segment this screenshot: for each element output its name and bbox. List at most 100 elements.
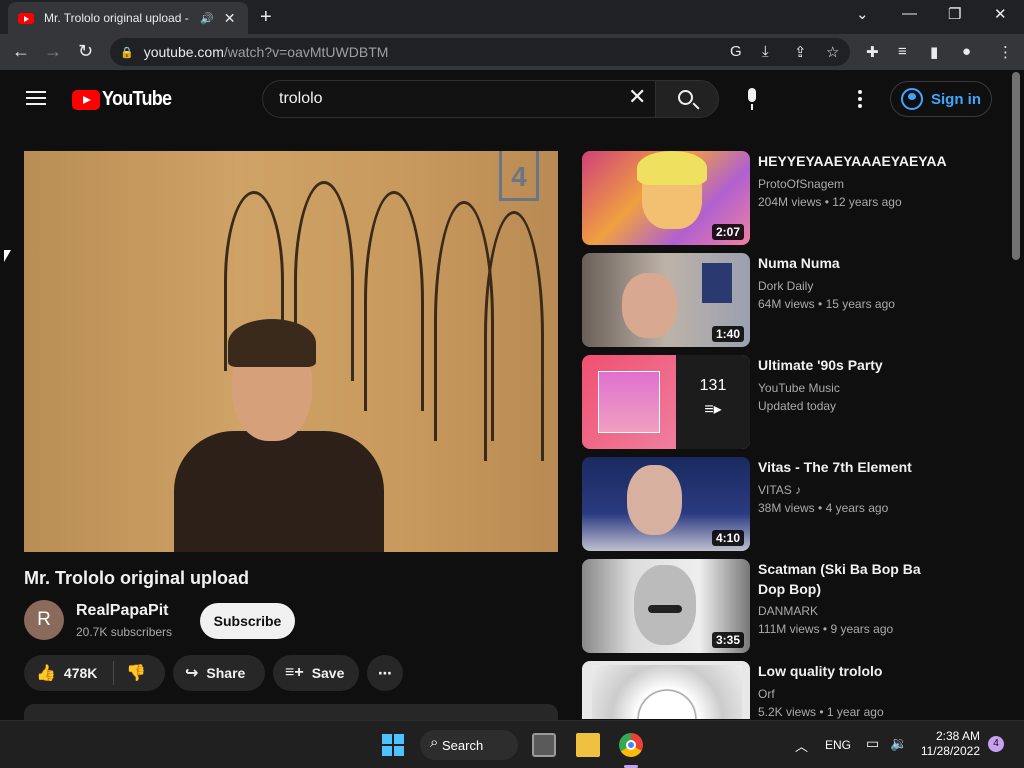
speaker-icon[interactable]: 🔊: [200, 12, 214, 25]
video-meta: 38M views • 4 years ago: [758, 501, 889, 515]
subscribe-button[interactable]: Subscribe: [200, 603, 295, 639]
playlist-meta: Updated today: [758, 399, 837, 413]
install-app-icon[interactable]: ⤓: [762, 43, 769, 60]
recommended-playlist[interactable]: 131 ≡▸ Ultimate '90s Party YouTube Music…: [582, 355, 1002, 449]
recommended-video[interactable]: 1:40 Numa Numa Dork Daily 64M views • 15…: [582, 253, 1002, 347]
video-thumbnail[interactable]: [582, 661, 750, 719]
network-icon[interactable]: ▭: [866, 735, 879, 752]
voice-search-mic-icon[interactable]: [735, 82, 769, 116]
thumbs-up-icon[interactable]: 👍: [36, 663, 56, 683]
share-button[interactable]: ↪ Share: [173, 655, 265, 691]
chrome-taskbar-icon[interactable]: [619, 733, 643, 757]
recommended-video[interactable]: 3:35 Scatman (Ski Ba Bop Ba Dop Bop) DAN…: [582, 559, 1002, 653]
language-indicator[interactable]: ENG: [825, 738, 851, 752]
channel-name[interactable]: DANMARK: [758, 604, 818, 618]
search-input[interactable]: trololo: [262, 80, 656, 118]
more-actions-button[interactable]: ⋯: [367, 655, 403, 691]
music-note-icon: ♪: [795, 483, 802, 497]
browser-toolbar: ← → ↻ 🔒 youtube.com/watch?v=oavMtUWDBTM …: [0, 34, 1024, 70]
tv-channel-badge: 4: [499, 151, 539, 201]
video-title[interactable]: Scatman (Ski Ba Bop Ba Dop Bop): [758, 559, 948, 599]
thumbs-down-icon[interactable]: 👎: [126, 663, 146, 683]
youtube-play-icon: [72, 89, 100, 110]
browser-tab-strip: Mr. Trololo original upload - 🔊 ✕ + ⌄ — …: [0, 0, 1024, 34]
channel-name[interactable]: YouTube Music: [758, 381, 840, 395]
notification-badge[interactable]: 4: [988, 736, 1004, 752]
video-title[interactable]: Low quality trololo: [758, 661, 948, 681]
file-explorer-icon[interactable]: [576, 733, 600, 757]
mouse-cursor-icon: [4, 250, 11, 262]
playlist-icon: ≡▸: [704, 401, 722, 418]
like-count[interactable]: 478K: [64, 665, 97, 681]
more-horizontal-icon: ⋯: [378, 664, 392, 681]
playlist-thumbnail[interactable]: 131 ≡▸: [582, 355, 750, 449]
video-thumbnail[interactable]: 3:35: [582, 559, 750, 653]
video-player[interactable]: 4: [24, 151, 558, 552]
bookmark-star-icon[interactable]: ☆: [826, 43, 839, 61]
playlist-overlay: 131 ≡▸: [676, 355, 750, 449]
windows-start-icon[interactable]: [382, 734, 404, 756]
recommended-video[interactable]: 4:10 Vitas - The 7th Element VITAS ♪ 38M…: [582, 457, 1002, 551]
channel-name[interactable]: Dork Daily: [758, 279, 813, 293]
minimize-button[interactable]: —: [902, 5, 917, 22]
chevron-up-icon[interactable]: ︿: [795, 736, 808, 755]
taskbar-search-button[interactable]: Search: [420, 730, 518, 760]
channel-name[interactable]: RealPapaPit: [76, 602, 168, 620]
share-arrow-icon: ↪: [185, 665, 199, 682]
new-tab-button[interactable]: +: [260, 6, 272, 29]
taskbar-search-label: Search: [442, 737, 484, 753]
video-title[interactable]: Vitas - The 7th Element: [758, 457, 948, 477]
duration-badge: 1:40: [711, 326, 744, 342]
forward-arrow-icon[interactable]: →: [44, 41, 62, 62]
url-path: /watch?v=oavMtUWDBTM: [223, 44, 389, 60]
share-page-icon[interactable]: ⇪: [794, 43, 807, 61]
save-button[interactable]: ≡+ Save: [273, 655, 359, 691]
close-window-button[interactable]: ✕: [994, 5, 1007, 23]
recommended-video[interactable]: Low quality trololo Orf 5.2K views • 1 y…: [582, 661, 1002, 719]
video-thumbnail[interactable]: 2:07: [582, 151, 750, 245]
reload-icon[interactable]: ↻: [78, 41, 93, 62]
search-button[interactable]: [655, 80, 719, 118]
extensions-puzzle-icon[interactable]: ✚: [866, 43, 879, 61]
video-thumbnail[interactable]: 1:40: [582, 253, 750, 347]
google-icon[interactable]: G: [730, 43, 742, 60]
duration-badge: 2:07: [711, 224, 744, 240]
sign-in-button[interactable]: Sign in: [890, 81, 992, 117]
video-title[interactable]: Numa Numa: [758, 253, 948, 273]
channel-avatar[interactable]: R: [24, 600, 64, 640]
hamburger-menu-icon[interactable]: [26, 91, 46, 105]
chrome-menu-icon[interactable]: ⋮: [998, 43, 1013, 61]
youtube-logo[interactable]: YouTube: [72, 88, 179, 111]
task-view-icon[interactable]: [532, 733, 556, 757]
video-title[interactable]: HEYYEYAAEYAAAEYAEYAA: [758, 151, 948, 171]
playlist-title[interactable]: Ultimate '90s Party: [758, 355, 948, 375]
lock-icon[interactable]: 🔒: [120, 46, 134, 59]
video-thumbnail[interactable]: 4:10: [582, 457, 750, 551]
channel-name[interactable]: ProtoOfSnagem: [758, 177, 844, 191]
tab-title: Mr. Trololo original upload -: [44, 11, 189, 25]
channel-name[interactable]: Orf: [758, 687, 775, 701]
back-arrow-icon[interactable]: ←: [12, 41, 30, 62]
side-panel-icon[interactable]: ▮: [930, 43, 938, 61]
channel-name[interactable]: VITAS ♪: [758, 483, 801, 497]
clear-search-icon[interactable]: ✕: [628, 86, 646, 108]
settings-kebab-icon[interactable]: [858, 90, 862, 111]
close-tab-icon[interactable]: ✕: [224, 10, 236, 27]
tab-search-chevron-icon[interactable]: ⌄: [856, 5, 869, 23]
recommended-video[interactable]: 2:07 HEYYEYAAEYAAAEYAEYAA ProtoOfSnagem …: [582, 151, 1002, 245]
search-query: trololo: [279, 90, 323, 107]
playlist-add-icon: ≡+: [285, 664, 304, 681]
page-scrollbar[interactable]: [1012, 72, 1020, 260]
browser-tab[interactable]: Mr. Trololo original upload - 🔊 ✕: [8, 2, 248, 34]
restore-button[interactable]: ❐: [948, 5, 961, 23]
subscriber-count: 20.7K subscribers: [76, 625, 173, 639]
video-meta: 5.2K views • 1 year ago: [758, 705, 884, 719]
media-controls-icon[interactable]: ≡: [898, 43, 907, 60]
volume-icon[interactable]: 🔉: [890, 735, 907, 752]
duration-badge: 3:35: [711, 632, 744, 648]
windows-taskbar: Search ︿ ENG ▭ 🔉 2:38 AM 11/28/2022 4: [0, 720, 1024, 768]
logo-text: YouTube: [102, 88, 172, 110]
taskbar-clock[interactable]: 2:38 AM 11/28/2022: [920, 729, 980, 759]
profile-icon[interactable]: ●: [962, 43, 971, 60]
singer-figure: [174, 431, 384, 552]
